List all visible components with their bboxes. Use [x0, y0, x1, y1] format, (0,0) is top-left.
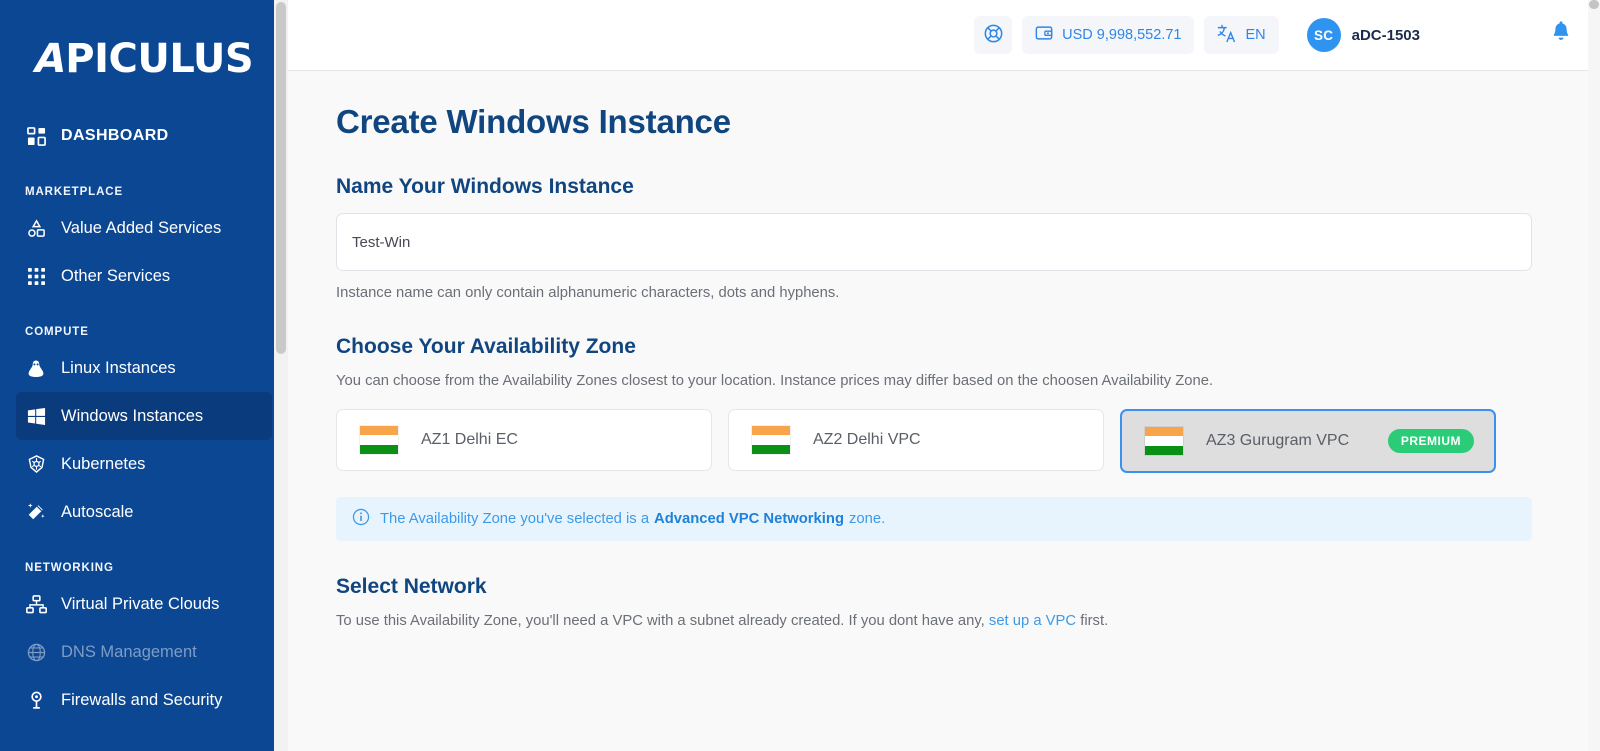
translate-icon — [1217, 24, 1236, 47]
select-network-text-after: first. — [1080, 613, 1109, 629]
sidebar-item-label: Value Added Services — [61, 218, 222, 237]
availability-zone-card-az2[interactable]: AZ2 Delhi VPC — [728, 409, 1104, 471]
sidebar-item-dns-management[interactable]: DNS Management — [16, 628, 272, 676]
instance-name-input[interactable] — [336, 213, 1532, 271]
sidebar-item-value-added-services[interactable]: Value Added Services — [16, 204, 272, 252]
sidebar-item-label: Autoscale — [61, 502, 134, 521]
page-scrollbar[interactable] — [1588, 0, 1600, 751]
bell-icon — [1550, 21, 1572, 49]
sidebar-item-dashboard[interactable]: DASHBOARD — [16, 112, 272, 160]
sidebar-item-label: DASHBOARD — [61, 127, 169, 144]
user-menu[interactable]: SC aDC-1503 — [1306, 18, 1420, 52]
avatar: SC — [1306, 18, 1341, 52]
wallet-balance-value: USD 9,998,552.71 — [1062, 27, 1182, 43]
sidebar-item-label: Firewalls and Security — [61, 690, 223, 709]
brand-logo[interactable]: A PICULUS — [0, 0, 288, 112]
sidebar-scrollbar-thumb[interactable] — [276, 2, 286, 354]
availability-zone-label: AZ1 Delhi EC — [421, 431, 518, 448]
topbar: USD 9,998,552.71 EN SC aDC-1503 — [288, 0, 1600, 71]
availability-zone-card-az1[interactable]: AZ1 Delhi EC — [336, 409, 712, 471]
apps-grid-icon — [25, 265, 47, 287]
sidebar-item-kubernetes[interactable]: Kubernetes — [16, 440, 272, 488]
brand-name-rest: PICULUS — [65, 36, 254, 82]
support-button[interactable] — [974, 16, 1013, 54]
sidebar-item-other-services[interactable]: Other Services — [16, 252, 272, 300]
name-section-title: Name Your Windows Instance — [336, 175, 634, 198]
select-network-text-before: To use this Availability Zone, you'll ne… — [336, 613, 985, 629]
availability-zone-info-alert: The Availability Zone you've selected is… — [336, 497, 1532, 541]
availability-zone-subtitle: You can choose from the Availability Zon… — [336, 373, 1214, 389]
kubernetes-icon — [25, 453, 47, 475]
shapes-icon — [25, 217, 47, 239]
username-label: aDC-1503 — [1351, 26, 1420, 44]
globe-icon — [25, 641, 47, 663]
sidebar-item-label: Kubernetes — [61, 454, 146, 473]
sidebar-item-label: DNS Management — [61, 642, 197, 661]
grid-dashboard-icon — [25, 125, 47, 147]
magic-wand-icon — [25, 501, 47, 523]
setup-vpc-link[interactable]: set up a VPC — [989, 613, 1076, 629]
wallet-icon — [1035, 24, 1053, 46]
app-root: A PICULUS DASHBOARD MARKETPLACE Value Add… — [0, 0, 1600, 751]
sidebar-item-label: Virtual Private Clouds — [61, 594, 220, 613]
sidebar-item-label: Linux Instances — [61, 358, 176, 377]
india-flag-icon — [359, 425, 399, 455]
availability-zone-label: AZ3 Gurugram VPC — [1206, 432, 1350, 449]
sidebar-item-label: Other Services — [61, 266, 171, 285]
tux-penguin-icon — [25, 357, 47, 379]
sidebar-item-virtual-private-clouds[interactable]: Virtual Private Clouds — [16, 580, 272, 628]
sidebar-section-networking: NETWORKING — [25, 562, 114, 574]
india-flag-icon — [1144, 426, 1184, 456]
availability-zone-card-az3[interactable]: AZ3 Gurugram VPC PREMIUM — [1120, 409, 1496, 473]
windows-icon — [25, 405, 47, 427]
alert-emphasis-text: Advanced VPC Networking — [654, 511, 844, 527]
page-content: Create Windows Instance Name Your Window… — [288, 71, 1600, 629]
availability-zone-list: AZ1 Delhi EC AZ2 Delhi VPC AZ3 Gurugram … — [336, 409, 1552, 473]
sidebar-nav: DASHBOARD MARKETPLACE Value Added Servic… — [0, 112, 288, 724]
sidebar-item-firewalls-and-security[interactable]: Firewalls and Security — [16, 676, 272, 724]
premium-badge: PREMIUM — [1387, 429, 1474, 453]
sidebar-section-marketplace: MARKETPLACE — [25, 186, 124, 198]
shield-pin-icon — [25, 689, 47, 711]
language-switcher[interactable]: EN — [1204, 16, 1279, 54]
notifications-button[interactable] — [1550, 21, 1572, 49]
instance-name-helper-text: Instance name can only contain alphanume… — [336, 285, 840, 301]
sidebar-section-compute: COMPUTE — [25, 326, 89, 338]
sidebar-item-windows-instances[interactable]: Windows Instances — [16, 392, 272, 440]
select-network-description: To use this Availability Zone, you'll ne… — [336, 613, 1552, 629]
sidebar-scrollbar[interactable] — [274, 0, 288, 751]
language-value: EN — [1245, 27, 1266, 43]
alert-suffix-text: zone. — [848, 511, 886, 527]
page-scrollbar-thumb[interactable] — [1589, 0, 1599, 9]
info-circle-icon — [352, 508, 370, 530]
wallet-balance-button[interactable]: USD 9,998,552.71 — [1022, 16, 1195, 54]
availability-zone-section-title: Choose Your Availability Zone — [336, 335, 636, 358]
select-network-section-title: Select Network — [336, 575, 487, 598]
page-title: Create Windows Instance — [336, 103, 731, 140]
alert-prefix-text: The Availability Zone you've selected is… — [380, 511, 650, 527]
sidebar-item-autoscale[interactable]: Autoscale — [16, 488, 272, 536]
network-nodes-icon — [25, 593, 47, 615]
availability-zone-label: AZ2 Delhi VPC — [813, 431, 921, 448]
india-flag-icon — [751, 425, 791, 455]
main-area: USD 9,998,552.71 EN SC aDC-1503 Create W… — [288, 0, 1600, 751]
sidebar-item-label: Windows Instances — [61, 406, 204, 425]
sidebar-item-linux-instances[interactable]: Linux Instances — [16, 344, 272, 392]
sidebar: A PICULUS DASHBOARD MARKETPLACE Value Add… — [0, 0, 288, 751]
lifebuoy-icon — [984, 24, 1003, 47]
